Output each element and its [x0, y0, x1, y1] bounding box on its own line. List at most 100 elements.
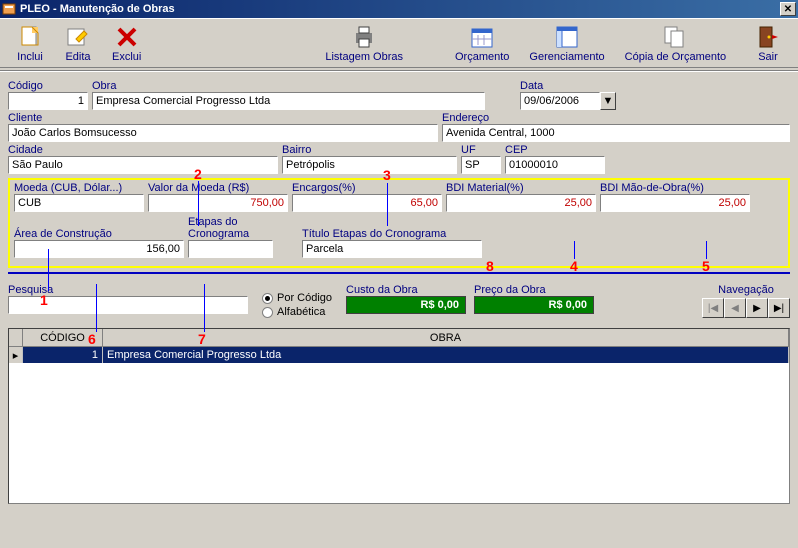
edita-button[interactable]: Edita	[56, 23, 100, 65]
obras-grid: CÓDIGO OBRA ▸ 1 Empresa Comercial Progre…	[8, 328, 790, 504]
preco-label: Preço da Obra	[474, 284, 594, 296]
obra-input[interactable]	[92, 92, 485, 110]
copia-orcamento-label: Cópia de Orçamento	[625, 51, 727, 63]
alfabetica-label: Alfabética	[277, 306, 325, 318]
edita-label: Edita	[65, 51, 90, 63]
cliente-label: Cliente	[8, 112, 438, 124]
copia-orcamento-button[interactable]: Cópia de Orçamento	[617, 23, 735, 65]
nav-label: Navegação	[718, 284, 774, 296]
annotation-marker-4: 4	[570, 258, 578, 274]
grid-row-selector-header	[9, 329, 23, 346]
uf-label: UF	[461, 144, 501, 156]
sair-label: Sair	[758, 51, 778, 63]
area-label: Área de Construção	[14, 228, 184, 240]
listagem-obras-button[interactable]: Listagem Obras	[317, 23, 411, 65]
exclui-button[interactable]: Exclui	[104, 23, 149, 65]
endereco-label: Endereço	[442, 112, 790, 124]
endereco-input[interactable]	[442, 124, 790, 142]
document-new-icon	[18, 25, 42, 49]
grid-row-indicator: ▸	[9, 347, 23, 363]
bairro-input[interactable]	[282, 156, 457, 174]
etapas-label: Etapas do Cronograma	[188, 216, 298, 240]
annotation-line-7	[204, 284, 205, 332]
window-title: PLEO - Manutenção de Obras	[20, 3, 780, 15]
valor-moeda-input[interactable]	[148, 194, 288, 212]
bdi-mao-obra-label: BDI Mão-de-Obra(%)	[600, 182, 750, 194]
encargos-label: Encargos(%)	[292, 182, 442, 194]
inclui-button[interactable]: Inclui	[8, 23, 52, 65]
exit-icon	[756, 25, 780, 49]
gerenciamento-label: Gerenciamento	[529, 51, 604, 63]
moeda-input[interactable]	[14, 194, 144, 212]
gerenciamento-button[interactable]: Gerenciamento	[521, 23, 612, 65]
radio-icon	[262, 307, 273, 318]
grid-cell-obra: Empresa Comercial Progresso Ltda	[103, 347, 789, 363]
nav-next-button[interactable]: ▶	[746, 298, 768, 318]
annotation-marker-8: 8	[486, 258, 494, 274]
highlighted-fields-box: Moeda (CUB, Dólar...) Valor da Moeda (R$…	[8, 178, 790, 268]
alfabetica-radio[interactable]: Alfabética	[262, 306, 332, 318]
divider-blue	[8, 272, 790, 274]
data-input[interactable]	[520, 92, 600, 110]
titulo-etapas-label: Título Etapas do Cronograma	[302, 228, 482, 240]
annotation-marker-5: 5	[702, 258, 710, 274]
por-codigo-label: Por Código	[277, 292, 332, 304]
nav-last-button[interactable]: ▶|	[768, 298, 790, 318]
printer-icon	[352, 25, 376, 49]
edit-icon	[66, 25, 90, 49]
preco-value: R$ 0,00	[474, 296, 594, 314]
cliente-input[interactable]	[8, 124, 438, 142]
divider	[0, 70, 798, 72]
annotation-marker-2: 2	[194, 166, 202, 182]
app-icon	[2, 2, 16, 16]
grid-row[interactable]: ▸ 1 Empresa Comercial Progresso Ltda	[9, 347, 789, 363]
orcamento-button[interactable]: Orçamento	[447, 23, 517, 65]
annotation-line-2	[198, 181, 199, 226]
bdi-material-input[interactable]	[446, 194, 596, 212]
data-label: Data	[520, 80, 616, 92]
annotation-marker-7: 7	[198, 331, 206, 347]
titulo-etapas-input[interactable]	[302, 240, 482, 258]
annotation-line-3	[387, 183, 388, 226]
valor-moeda-label: Valor da Moeda (R$)	[148, 182, 288, 194]
sair-button[interactable]: Sair	[746, 23, 790, 65]
grid-cell-codigo: 1	[23, 347, 103, 363]
calendar-icon	[470, 25, 494, 49]
uf-input[interactable]	[461, 156, 501, 174]
cidade-input[interactable]	[8, 156, 278, 174]
spreadsheet-icon	[555, 25, 579, 49]
bdi-mao-obra-input[interactable]	[600, 194, 750, 212]
codigo-input[interactable]	[8, 92, 88, 110]
annotation-line-6	[96, 284, 97, 332]
data-dropdown-button[interactable]: ▼	[600, 92, 616, 110]
delete-icon	[115, 25, 139, 49]
inclui-label: Inclui	[17, 51, 43, 63]
annotation-marker-3: 3	[383, 167, 391, 183]
annotation-line-1	[48, 249, 49, 291]
bdi-material-label: BDI Material(%)	[446, 182, 596, 194]
area-input[interactable]	[14, 240, 184, 258]
radio-icon	[262, 293, 273, 304]
annotation-marker-6: 6	[88, 331, 96, 347]
orcamento-label: Orçamento	[455, 51, 509, 63]
toolbar: Inclui Edita Exclui Listagem Obras Orçam…	[0, 18, 798, 68]
nav-first-button[interactable]: |◀	[702, 298, 724, 318]
close-button[interactable]: ✕	[780, 2, 796, 16]
etapas-input[interactable]	[188, 240, 273, 258]
cidade-label: Cidade	[8, 144, 278, 156]
cep-label: CEP	[505, 144, 605, 156]
listagem-obras-label: Listagem Obras	[325, 51, 403, 63]
annotation-marker-1: 1	[40, 292, 48, 308]
exclui-label: Exclui	[112, 51, 141, 63]
moeda-label: Moeda (CUB, Dólar...)	[14, 182, 144, 194]
encargos-input[interactable]	[292, 194, 442, 212]
cep-input[interactable]	[505, 156, 605, 174]
por-codigo-radio[interactable]: Por Código	[262, 292, 332, 304]
nav-prev-button[interactable]: ◀	[724, 298, 746, 318]
codigo-label: Código	[8, 80, 88, 92]
custo-label: Custo da Obra	[346, 284, 466, 296]
titlebar: PLEO - Manutenção de Obras ✕	[0, 0, 798, 18]
copy-icon	[663, 25, 687, 49]
annotation-line-4	[574, 241, 575, 259]
bairro-label: Bairro	[282, 144, 457, 156]
